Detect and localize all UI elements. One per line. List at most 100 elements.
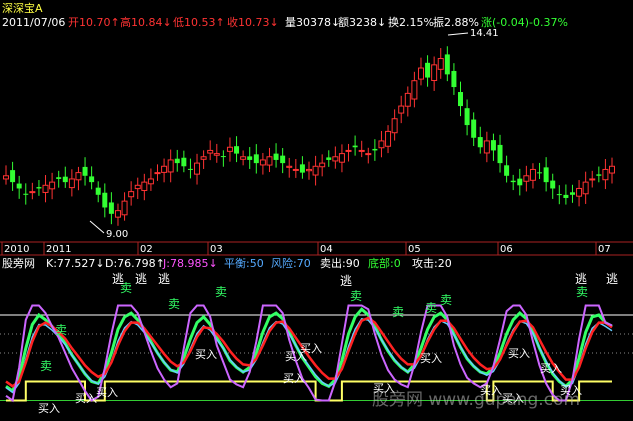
candle-body — [338, 153, 345, 163]
candle-body — [537, 172, 543, 174]
time-label: 04 — [320, 244, 333, 255]
candle-body — [259, 159, 266, 166]
candle-body — [385, 130, 392, 147]
candle-body — [451, 70, 457, 88]
sell-signal-label: 卖 — [392, 305, 404, 319]
time-label: 02 — [140, 244, 153, 255]
candle-body — [220, 156, 226, 158]
candle-body — [589, 178, 596, 181]
candle-body — [23, 193, 29, 195]
indicator-item: 风险:70 — [271, 256, 311, 270]
candle-body — [483, 140, 490, 154]
candle-body — [332, 156, 339, 162]
sell-signal-label: 卖 — [350, 289, 362, 303]
high-marker: 14.41 — [447, 28, 499, 39]
quote-item: 高10.84↓ — [120, 15, 172, 29]
candle-body — [280, 155, 286, 164]
buy-signal-label: 买入 — [300, 342, 322, 355]
quote-item: 收10.73↓ — [227, 15, 279, 29]
candle-body — [510, 180, 516, 183]
buy-signal-label: 买入 — [420, 352, 442, 365]
candle-body — [114, 210, 121, 218]
buy-signal-label: 买入 — [508, 347, 530, 360]
time-axis: 2010 2011 02 03 04 05 06 07 — [0, 242, 633, 256]
candle-body — [464, 108, 470, 126]
candle-body — [141, 181, 148, 191]
indicator-name: 股旁网 — [2, 256, 35, 270]
candle-body — [68, 178, 75, 189]
escape-signal-label: 逃 — [135, 272, 147, 286]
candle-body — [128, 191, 135, 198]
buy-signal-label: 买入 — [75, 392, 97, 405]
time-label: 05 — [408, 244, 421, 255]
candle-body — [504, 165, 510, 176]
candle-body — [529, 168, 536, 181]
candle-body — [134, 184, 141, 190]
sell-signal-label: 卖 — [40, 359, 52, 373]
candle-body — [365, 153, 372, 156]
sell-signal-label: 卖 — [215, 285, 227, 299]
candle-body — [247, 156, 253, 160]
candle-body — [563, 194, 569, 198]
escape-signal-label: 逃 — [606, 272, 618, 286]
indicator-header: 股旁网 K:77.527↓ D:76.798↑J:78.985↓ 平衡:50 风险:7… — [2, 256, 452, 270]
candle-body — [89, 176, 95, 183]
candlesticks — [3, 46, 615, 226]
time-label: 2011 — [46, 244, 71, 255]
candle-body — [62, 176, 68, 183]
candle-body — [458, 92, 463, 107]
low-marker-line — [89, 220, 105, 234]
candle-body — [82, 166, 88, 176]
candle-body — [187, 168, 193, 170]
candle-body — [358, 149, 365, 152]
candle-body — [36, 187, 42, 189]
candle-body — [569, 192, 575, 195]
candle-body — [3, 175, 9, 180]
quote-item: 量30378↓ — [285, 16, 340, 29]
stock-chart: 深深宝A 2011/07/06 开10.70↑ 高10.84↓ 低10.53↑ 收10… — [0, 1, 633, 415]
candle-body — [49, 181, 56, 190]
indicator-item: 平衡:50 — [224, 257, 264, 270]
buy-signal-label: 买入 — [38, 402, 60, 415]
candle-body — [226, 146, 233, 152]
buy-signal-label: 买入 — [540, 362, 562, 375]
low-price-label: 9.00 — [106, 229, 128, 240]
sell-signal-label: 卖 — [55, 323, 67, 337]
candle-body — [292, 168, 299, 171]
buy-signal-label: 买入 — [283, 372, 305, 385]
candle-body — [576, 187, 583, 197]
indicator-item: 攻击:20 — [412, 256, 452, 270]
candle-body — [417, 67, 424, 80]
indicator-item: 底部:0 — [368, 256, 401, 270]
escape-signal-label: 逃 — [340, 274, 352, 288]
quote-header: 深深宝A 2011/07/06 开10.70↑ 高10.84↓ 低10.53↑ 收10… — [2, 1, 568, 29]
price-panel: 14.41 9.00 — [0, 28, 633, 243]
buy-signal-label: 买入 — [195, 348, 217, 361]
candle-body — [326, 157, 332, 160]
candle-body — [29, 191, 36, 194]
sell-signal-label: 卖 — [440, 293, 452, 307]
escape-signal-label: 逃 — [575, 272, 587, 286]
candle-body — [477, 137, 483, 148]
time-label: 06 — [500, 244, 513, 255]
candle-body — [378, 140, 385, 149]
candle-body — [154, 172, 161, 175]
candle-body — [95, 187, 101, 195]
candle-body — [398, 105, 405, 114]
candle-body — [319, 162, 326, 168]
indicator-items: K:77.527↓ D:76.798↑J:78.985↓ 平衡:50 风险:70 卖出:… — [46, 256, 452, 270]
candle-body — [596, 174, 602, 176]
sell-signal-label: 卖 — [425, 301, 437, 315]
candle-body — [404, 92, 411, 107]
candle-body — [42, 184, 49, 193]
buy-signal-label: 买入 — [96, 386, 118, 399]
candle-body — [10, 170, 16, 183]
stock-name: 深深宝A — [2, 1, 43, 15]
low-marker: 9.00 — [89, 220, 128, 240]
candle-body — [550, 180, 556, 189]
candle-body — [194, 162, 201, 175]
candle-body — [299, 164, 305, 173]
candle-body — [266, 156, 273, 166]
candle-body — [181, 157, 187, 167]
candle-body — [523, 175, 530, 182]
